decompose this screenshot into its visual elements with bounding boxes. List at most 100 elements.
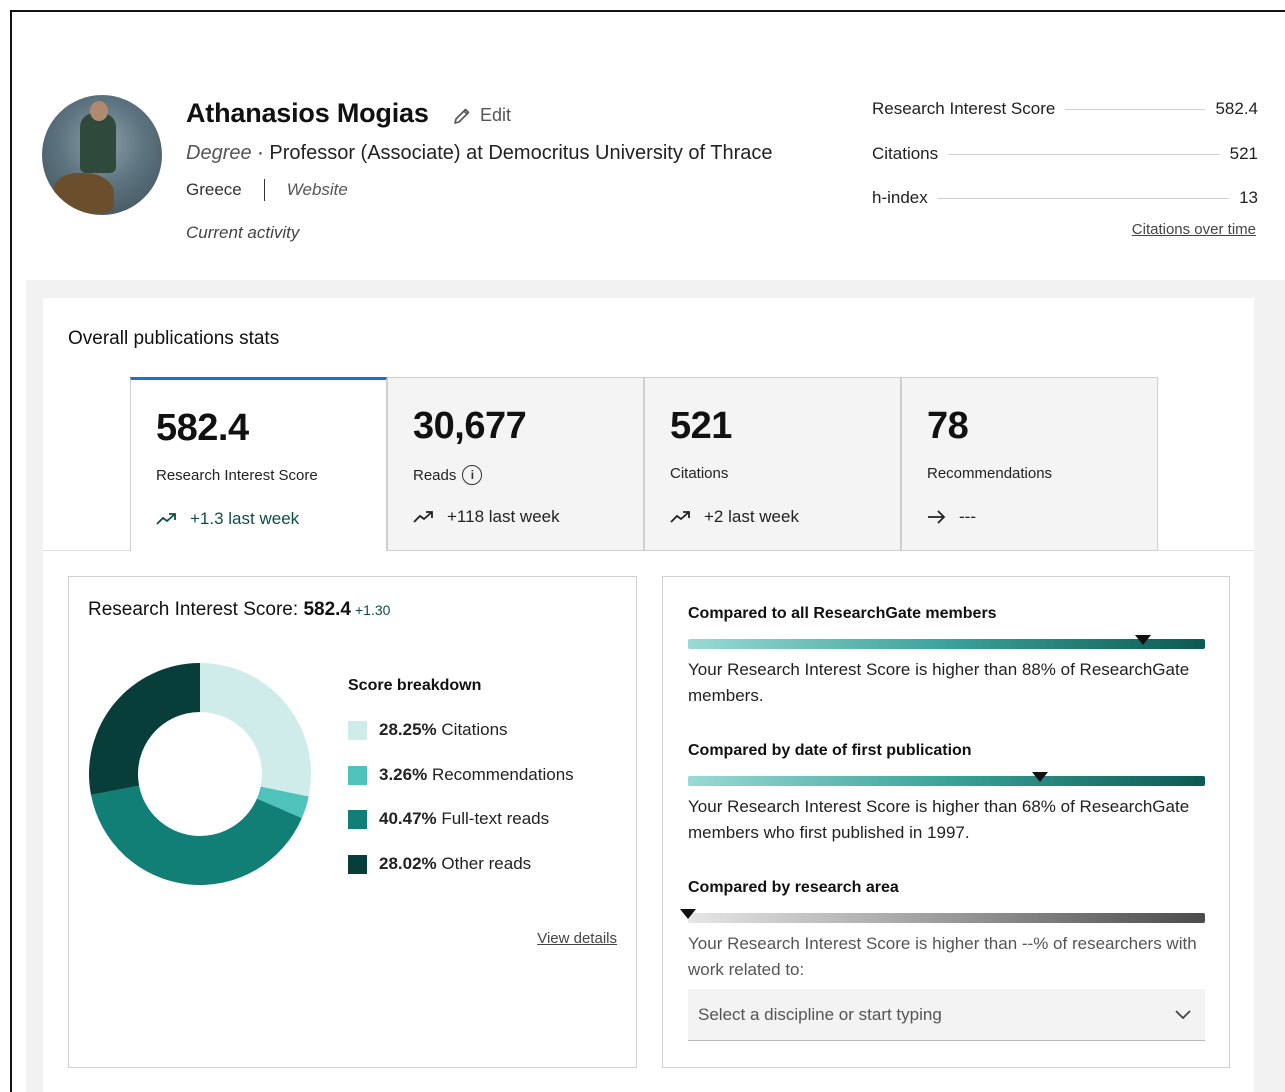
ris-title: Research Interest Score: 582.4 +1.30 (88, 599, 390, 621)
tab-trend-text: +2 last week (704, 507, 799, 526)
tab-label: Research Interest Score (156, 467, 318, 484)
tab-label-text: Recommendations (927, 465, 1053, 482)
degree-line: Degree · Professor (Associate) at Democr… (186, 142, 773, 165)
position-text: Professor (Associate) at Democritus Univ… (269, 142, 773, 164)
tab-label-text: Research Interest Score (156, 467, 318, 484)
slice-citations[interactable] (200, 663, 311, 797)
tab-trend-text: +1.3 last week (190, 509, 300, 528)
percentile-bar-area (688, 913, 1205, 923)
arrow-right-icon (928, 510, 946, 524)
citations-over-time-link[interactable]: Citations over time (1132, 221, 1256, 238)
discipline-select-placeholder: Select a discipline or start typing (698, 1004, 942, 1024)
stats-panel: Overall publications stats 582.4 Researc… (43, 298, 1254, 1092)
profile-name: Athanasios Mogias (186, 98, 429, 128)
tab-value: 78 (927, 405, 969, 447)
chevron-down-icon (1175, 1009, 1191, 1019)
tab-research-interest[interactable]: 582.4 Research Interest Score +1.3 last … (130, 377, 387, 551)
metric-research-interest: Research Interest Score 582.4 (872, 97, 1258, 121)
legend-swatch (348, 809, 367, 829)
breakdown-title: Score breakdown (348, 677, 482, 694)
ris-card: Research Interest Score: 582.4 +1.30 Scor… (68, 576, 637, 1068)
edit-label: Edit (480, 105, 512, 125)
legend-swatch (348, 765, 367, 785)
info-icon[interactable]: i (462, 465, 483, 485)
trend-up-icon (156, 513, 176, 525)
country-text: Greece (186, 180, 242, 199)
percentile-marker (1031, 772, 1048, 782)
tab-value: 30,677 (413, 405, 527, 447)
degree-separator: · (251, 142, 270, 164)
legend-pct: 28.02% (379, 854, 437, 873)
compare-area-text: Your Research Interest Score is higher t… (688, 934, 1197, 979)
view-details-link[interactable]: View details (537, 930, 617, 947)
legend-label: Recommendations (431, 765, 574, 784)
tab-label: Citations (670, 465, 728, 482)
stats-title: Overall publications stats (68, 328, 280, 349)
tab-trend: +1.3 last week (156, 509, 299, 529)
legend-pct: 40.47% (379, 809, 437, 828)
tab-trend-text: +118 last week (447, 507, 560, 526)
tab-label-text: Reads (413, 466, 457, 484)
legend-swatch (348, 854, 367, 874)
metric-label: Research Interest Score (872, 99, 1056, 118)
tab-value: 582.4 (156, 407, 249, 449)
legend-full-text-reads: 40.47% Full-text reads (348, 809, 549, 829)
percentile-marker (1134, 635, 1151, 645)
metric-value: 582.4 (1215, 99, 1258, 118)
tab-label: Reads i (413, 465, 483, 485)
legend-label: Citations (441, 720, 508, 739)
metric-rule (948, 153, 1220, 155)
current-activity-link[interactable]: Current activity (186, 223, 299, 243)
comparison-card: Compared to all ResearchGate members You… (662, 576, 1230, 1068)
slice-other-reads[interactable] (89, 663, 200, 795)
location-line: Greece Website (186, 179, 348, 201)
legend-label: Other reads (441, 854, 532, 873)
metric-rule (937, 197, 1230, 199)
metric-value: 13 (1239, 188, 1258, 207)
ris-value: 582.4 (303, 599, 351, 620)
legend-pct: 28.25% (379, 720, 437, 739)
metric-citations: Citations 521 (872, 142, 1258, 166)
trend-up-icon (413, 511, 433, 523)
percentile-bar-all (688, 639, 1205, 649)
website-link[interactable]: Website (287, 180, 348, 200)
tab-trend: +2 last week (670, 507, 799, 527)
compare-all-text: Your Research Interest Score is higher t… (688, 660, 1190, 705)
edit-button[interactable]: Edit (452, 105, 511, 126)
metric-label: Citations (872, 144, 939, 163)
compare-area-title: Compared by research area (688, 879, 899, 896)
compare-all-title: Compared to all ResearchGate members (688, 605, 997, 622)
legend-swatch (348, 720, 367, 740)
pencil-icon (454, 108, 470, 124)
discipline-select[interactable]: Select a discipline or start typing (688, 989, 1205, 1041)
tab-label-text: Citations (670, 465, 729, 482)
tab-citations[interactable]: 521 Citations +2 last week (644, 377, 901, 551)
percentile-bar-date (688, 776, 1205, 786)
tab-trend-text: --- (959, 507, 976, 526)
degree-link[interactable]: Degree (186, 142, 252, 164)
legend-other-reads: 28.02% Other reads (348, 854, 531, 874)
tab-label: Recommendations (927, 465, 1052, 482)
ris-delta: +1.30 (354, 602, 391, 618)
compare-date-text: Your Research Interest Score is higher t… (688, 797, 1190, 842)
trend-up-icon (670, 511, 690, 523)
legend-citations: 28.25% Citations (348, 720, 508, 740)
avatar[interactable] (42, 95, 162, 215)
ris-title-prefix: Research Interest Score: (88, 599, 304, 620)
tab-trend: +118 last week (413, 507, 560, 527)
legend-recommendations: 3.26% Recommendations (348, 765, 574, 785)
tab-recommendations[interactable]: 78 Recommendations --- (901, 377, 1158, 551)
metric-value: 521 (1229, 144, 1258, 163)
score-donut-chart (89, 663, 311, 885)
percentile-marker (680, 909, 696, 919)
tab-reads[interactable]: 30,677 Reads i +118 last week (387, 377, 644, 551)
compare-date-title: Compared by date of first publication (688, 742, 972, 759)
page-frame: Athanasios Mogias Edit Degree · Professo… (10, 10, 1285, 1092)
metric-h-index: h-index 13 (872, 186, 1258, 210)
legend-pct: 3.26% (379, 765, 428, 784)
divider (263, 179, 265, 201)
tab-trend: --- (927, 507, 976, 527)
metric-rule (1065, 108, 1206, 110)
legend-label: Full-text reads (441, 809, 550, 828)
metric-label: h-index (872, 188, 928, 207)
